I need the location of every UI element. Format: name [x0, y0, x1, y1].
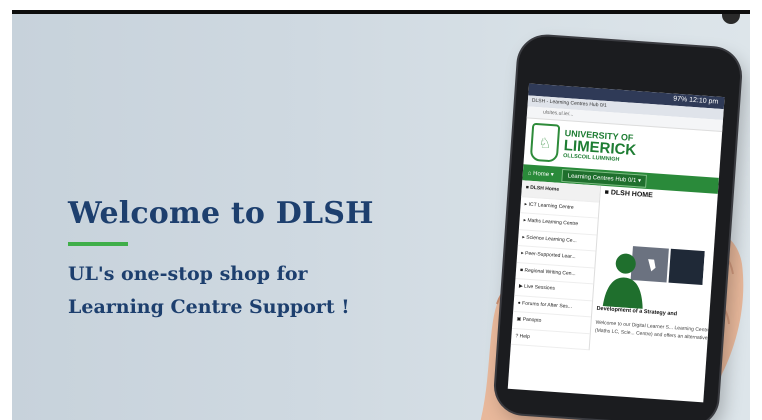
tagline-line-2: Learning Centre Support !: [68, 296, 350, 318]
ul-crest-icon: ♘: [529, 122, 561, 163]
sidebar-item-label: Maths Learning Centre: [527, 217, 579, 228]
video-top-bar: [0, 0, 762, 14]
headline-accent-bar: [68, 242, 128, 246]
sidebar: ■ DLSH Home ▸ ICT Learning Centre ▸ Math…: [510, 180, 602, 351]
sidebar-item-label: Live Sessions: [523, 283, 556, 292]
sidebar-item-label: Forums for After Ses...: [521, 299, 573, 310]
nav-home-button[interactable]: ⌂ Home ▾: [528, 169, 554, 178]
sidebar-item-label: Help: [519, 332, 531, 340]
phone-screen: 97% 12:10 pm DLSH - Learning Centres Hub…: [507, 83, 725, 403]
slide-canvas: Welcome to DLSH UL's one-stop shop for L…: [12, 14, 750, 420]
sidebar-item-label: Science Learning Ce...: [526, 234, 577, 244]
sidebar-item-label: DLSH Home: [530, 184, 560, 193]
sidebar-item-label: ICT Learning Centre: [528, 201, 574, 211]
corner-close-icon[interactable]: [722, 14, 740, 24]
main-panel: ■ DLSH HOME Development of a Strategy an…: [590, 186, 718, 359]
nav-home-label: Home: [532, 170, 550, 178]
smartphone: 97% 12:10 pm DLSH - Learning Centres Hub…: [494, 34, 742, 420]
slide-headline: Welcome to DLSH: [68, 196, 374, 231]
tagline-line-1: UL's one-stop shop for: [68, 263, 308, 285]
nav-hub-label: Learning Centres Hub 0/1: [567, 172, 637, 184]
page-content: ■ DLSH Home ▸ ICT Learning Centre ▸ Math…: [510, 180, 718, 359]
section-body-text: Welcome to our Digital Learner S... Lear…: [594, 319, 713, 342]
sidebar-item-label: Regional Writing Cen...: [524, 267, 576, 277]
page-title-text: DLSH HOME: [610, 189, 653, 200]
sidebar-item-label: Peer-Supported Lear...: [524, 250, 576, 261]
learner-illustration: [602, 246, 705, 309]
slide-tagline: UL's one-stop shop for Learning Centre S…: [68, 258, 350, 324]
sidebar-item-label: Panopto: [522, 316, 542, 324]
